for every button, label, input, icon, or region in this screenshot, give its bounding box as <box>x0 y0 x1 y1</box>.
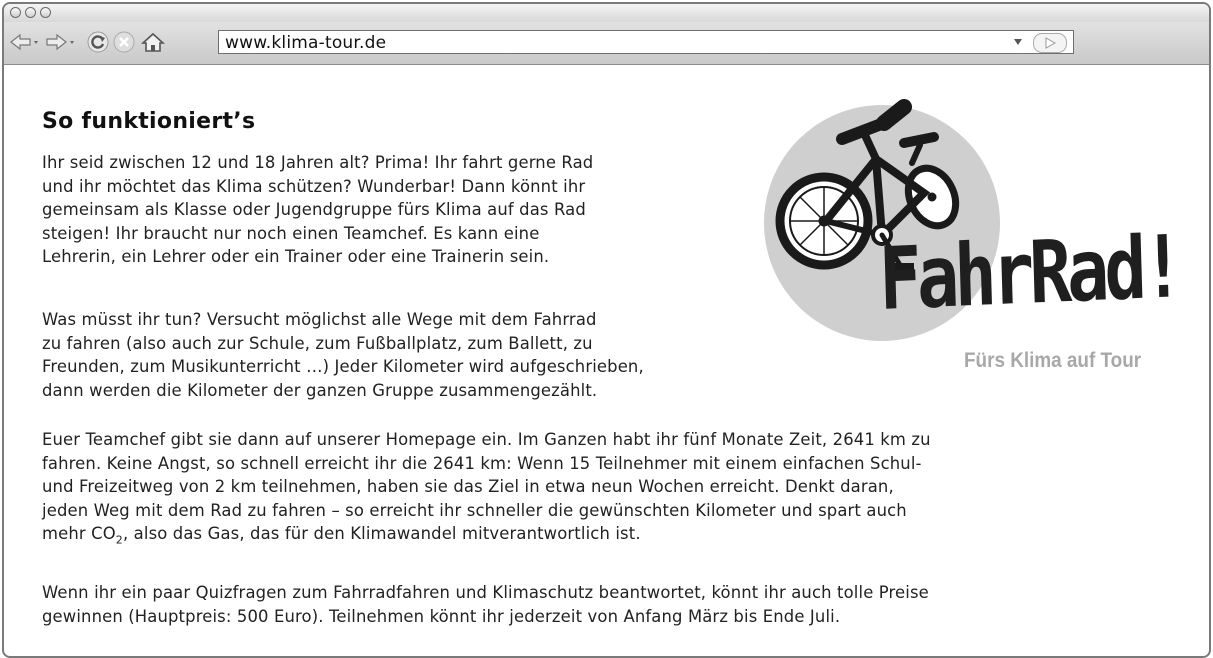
paragraph-details: Euer Teamchef gibt sie dann auf unserer … <box>42 428 931 546</box>
zoom-window-button[interactable] <box>40 7 51 18</box>
stop-icon <box>113 31 135 53</box>
co2-text: mehr CO <box>42 524 116 543</box>
stop-button[interactable] <box>112 30 136 54</box>
dropdown-icon[interactable] <box>1013 38 1023 46</box>
address-bar[interactable]: www.klima-tour.de <box>218 30 1074 54</box>
page-title: So funktioniert’s <box>42 109 256 134</box>
text-line: zu fahren (also auch zur Schule, zum Fuß… <box>42 333 593 353</box>
text-line: und ihr möchtet das Klima schützen? Wund… <box>42 176 586 196</box>
home-icon <box>141 32 165 52</box>
text-line: fahren. Keine Angst, so schnell erreicht… <box>42 453 922 473</box>
text-line: mehr CO2, also das Gas, das für den Klim… <box>42 522 931 546</box>
logo-tagline: Fürs Klima auf Tour <box>964 349 1142 372</box>
close-window-button[interactable] <box>10 7 21 18</box>
paragraph-quiz: Wenn ihr ein paar Quizfragen zum Fahrrad… <box>42 581 929 628</box>
text-line: Ihr seid zwischen 12 und 18 Jahren alt? … <box>42 153 594 172</box>
text-line: gewinnen (Hauptpreis: 500 Euro). Teilneh… <box>42 606 841 626</box>
page-content: So funktioniert’s Ihr seid zwischen 12 u… <box>4 65 1209 656</box>
text-line: Lehrerin, ein Lehrer oder ein Trainer od… <box>42 247 550 266</box>
forward-button[interactable] <box>44 30 78 54</box>
go-button[interactable] <box>1033 33 1067 53</box>
text-line: dann werden die Kilometer der ganzen Gru… <box>42 380 598 400</box>
reload-button[interactable] <box>86 30 110 54</box>
text-line: und Freizeitweg von 2 km teilnehmen, hab… <box>42 477 894 496</box>
browser-toolbar: www.klima-tour.de <box>4 22 1209 65</box>
minimize-window-button[interactable] <box>25 7 36 18</box>
home-button[interactable] <box>140 30 166 54</box>
forward-arrow-icon <box>46 33 74 51</box>
text-line: Wenn ihr ein paar Quizfragen zum Fahrrad… <box>42 583 929 602</box>
back-button[interactable] <box>8 30 42 54</box>
text-line: Was müsst ihr tun? Versucht möglichst al… <box>42 310 597 329</box>
text-line: Euer Teamchef gibt sie dann auf unserer … <box>42 430 931 449</box>
browser-window: www.klima-tour.de So funktioniert’s Ihr … <box>2 2 1211 658</box>
text-line: Freunden, zum Musikunterricht …) Jeder K… <box>42 357 644 376</box>
text-line: gemeinsam als Klasse oder Jugendgruppe f… <box>42 200 586 219</box>
go-icon <box>1045 37 1057 49</box>
text-line: jeden Weg mit dem Rad zu fahren – so err… <box>42 500 907 520</box>
url-text: www.klima-tour.de <box>225 33 387 53</box>
text-line-end: , also das Gas, das für den Klimawandel … <box>122 524 641 543</box>
reload-icon <box>87 31 109 53</box>
paragraph-instructions: Was müsst ihr tun? Versucht möglichst al… <box>42 308 644 402</box>
co2-subscript: 2 <box>115 533 123 547</box>
logo-wordmark: FahrRad! <box>877 217 1181 330</box>
window-controls <box>10 7 51 18</box>
paragraph-intro: Ihr seid zwischen 12 und 18 Jahren alt? … <box>42 151 593 269</box>
text-line: steigen! Ihr braucht nur noch einen Team… <box>42 223 540 243</box>
title-bar <box>4 4 1209 22</box>
back-arrow-icon <box>10 33 38 51</box>
fahrrad-logo: FahrRad! Fürs Klima auf Tour <box>764 93 1204 385</box>
